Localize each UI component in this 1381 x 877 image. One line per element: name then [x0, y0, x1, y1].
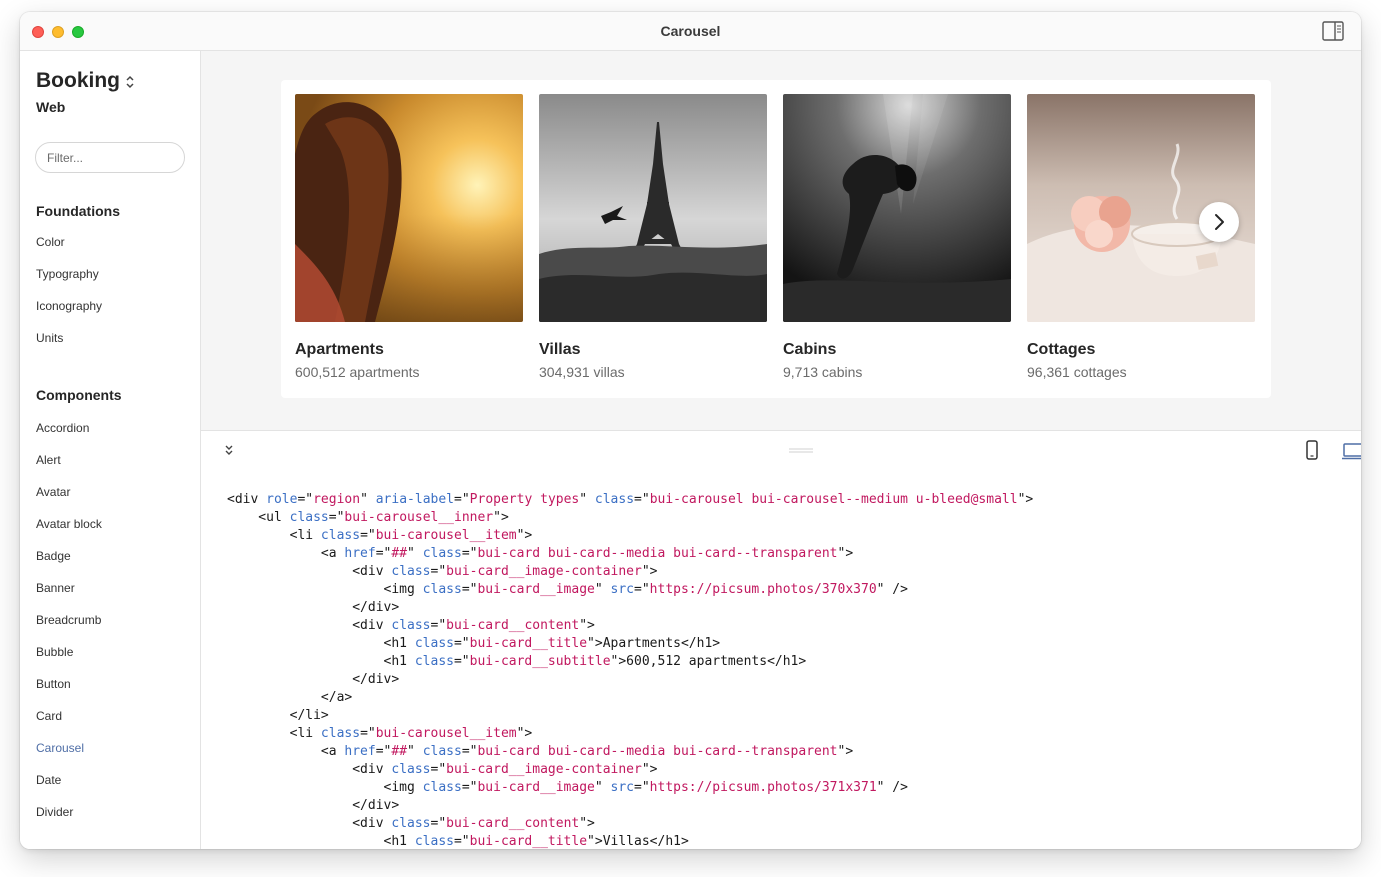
sidebar: Booking Web Foundations Color Typography…: [20, 51, 201, 849]
code-line: <ul class="bui-carousel__inner">: [227, 510, 509, 525]
carousel-next-button[interactable]: [1199, 202, 1239, 242]
code-toolbar: [201, 430, 1361, 471]
code-line: <div class="bui-card__image-container">: [227, 762, 658, 777]
code-line: <div role="region" aria-label="Property …: [227, 492, 1034, 507]
sidebar-item-card[interactable]: Card: [36, 709, 62, 723]
sidebar-item-avatar[interactable]: Avatar: [36, 485, 70, 499]
chevron-right-icon: [1215, 214, 1224, 230]
chevrons-down-icon[interactable]: [223, 443, 235, 457]
sidebar-item-bubble[interactable]: Bubble: [36, 645, 73, 659]
code-line: <a href="##" class="bui-card bui-card--m…: [227, 546, 854, 561]
sidebar-item-carousel[interactable]: Carousel: [36, 741, 84, 755]
laptop-device-icon[interactable]: [1341, 441, 1361, 461]
card-title: Villas: [539, 341, 581, 358]
sidebar-item-color[interactable]: Color: [36, 235, 65, 249]
carousel-card-cabins[interactable]: Cabins 9,713 cabins: [783, 94, 1011, 380]
sidebar-item-badge[interactable]: Badge: [36, 549, 71, 563]
code-line: <img class="bui-card__image" src="https:…: [227, 780, 908, 795]
main-area: Apartments 600,512 apartments Villas 304…: [201, 51, 1361, 849]
foundations-heading: Foundations: [36, 203, 120, 219]
components-heading: Components: [36, 387, 122, 403]
window-title: Carousel: [660, 23, 721, 39]
app-window: Carousel Booking Web Foundations Color T…: [20, 12, 1361, 849]
carousel-card-apartments[interactable]: Apartments 600,512 apartments: [295, 94, 523, 380]
sidebar-item-banner[interactable]: Banner: [36, 581, 75, 595]
sidebar-item-units[interactable]: Units: [36, 331, 63, 345]
card-subtitle: 96,361 cottages: [1027, 364, 1127, 380]
code-line: <h1 class="bui-card__title">Apartments</…: [227, 636, 721, 651]
code-line: </div>: [227, 600, 400, 615]
card-subtitle: 600,512 apartments: [295, 364, 420, 380]
sidebar-item-breadcrumb[interactable]: Breadcrumb: [36, 613, 101, 627]
code-line: </a>: [227, 690, 353, 705]
title-bar: Carousel: [20, 12, 1361, 51]
mobile-device-icon[interactable]: [1305, 440, 1319, 460]
carousel-card-villas[interactable]: Villas 304,931 villas: [539, 94, 767, 380]
brand-selector[interactable]: Booking: [36, 69, 120, 93]
sidebar-item-avatar-block[interactable]: Avatar block: [36, 517, 102, 531]
code-line: </div>: [227, 798, 400, 813]
code-line: <a href="##" class="bui-card bui-card--m…: [227, 744, 854, 759]
sidebar-toggle-icon[interactable]: [1322, 21, 1344, 41]
sidebar-item-divider[interactable]: Divider: [36, 805, 73, 819]
platform-label: Web: [36, 99, 66, 115]
underwater-image: [783, 94, 1011, 322]
carousel: Apartments 600,512 apartments Villas 304…: [281, 80, 1271, 398]
code-line: <img class="bui-card__image" src="https:…: [227, 582, 908, 597]
sidebar-item-button[interactable]: Button: [36, 677, 71, 691]
sunset-portrait-image: [295, 94, 523, 322]
eiffel-tower-image: [539, 94, 767, 322]
code-line: <div class="bui-card__content">: [227, 618, 595, 633]
filter-input[interactable]: [35, 142, 185, 173]
card-title: Apartments: [295, 341, 384, 358]
card-subtitle: 9,713 cabins: [783, 364, 863, 380]
sidebar-item-alert[interactable]: Alert: [36, 453, 61, 467]
code-block: <div role="region" aria-label="Property …: [227, 491, 1033, 849]
code-line: <li class="bui-carousel__item">: [227, 528, 533, 543]
resize-handle[interactable]: [789, 448, 813, 453]
sidebar-item-iconography[interactable]: Iconography: [36, 299, 102, 313]
code-line: <h1 class="bui-card__subtitle">600,512 a…: [227, 654, 807, 669]
code-line: <h1 class="bui-card__title">Villas</h1>: [227, 834, 689, 849]
code-line: <div class="bui-card__content">: [227, 816, 595, 831]
card-title: Cabins: [783, 341, 837, 358]
chevron-up-down-icon[interactable]: [125, 75, 135, 89]
code-panel: <div role="region" aria-label="Property …: [201, 470, 1361, 849]
sidebar-item-date[interactable]: Date: [36, 773, 61, 787]
code-line: <div class="bui-card__image-container">: [227, 564, 658, 579]
code-line: <li class="bui-carousel__item">: [227, 726, 533, 741]
sidebar-item-typography[interactable]: Typography: [36, 267, 99, 281]
sidebar-item-accordion[interactable]: Accordion: [36, 421, 89, 435]
code-line: </li>: [227, 708, 329, 723]
card-title: Cottages: [1027, 341, 1096, 358]
component-preview: Apartments 600,512 apartments Villas 304…: [201, 51, 1361, 430]
card-subtitle: 304,931 villas: [539, 364, 625, 380]
code-line: </div>: [227, 672, 400, 687]
